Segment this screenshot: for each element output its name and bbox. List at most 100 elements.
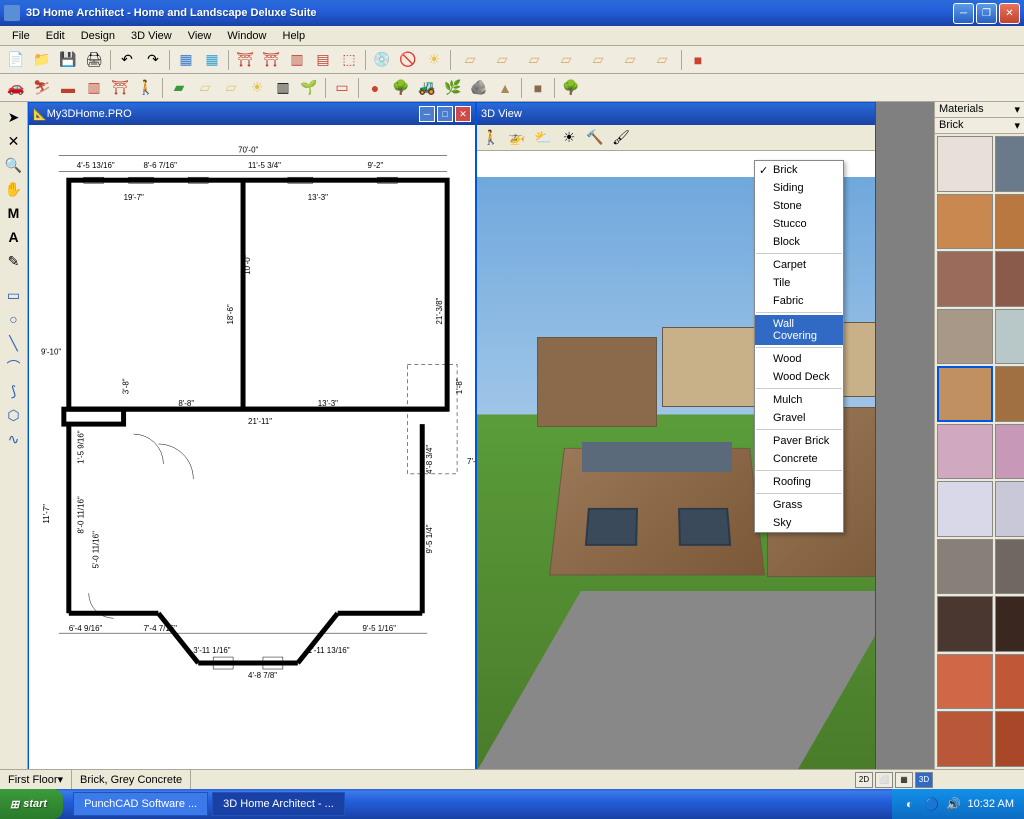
material-swatch[interactable]	[995, 596, 1024, 652]
disc-icon[interactable]: 💿	[370, 48, 394, 72]
ctx-item-fabric[interactable]: Fabric	[755, 292, 843, 310]
curve-tool-icon[interactable]: ⟆	[3, 380, 25, 402]
material-swatch[interactable]	[937, 481, 993, 537]
material-swatch[interactable]	[995, 654, 1024, 710]
grid-cyan-icon[interactable]: ▦	[200, 48, 224, 72]
ctx-item-stone[interactable]: Stone	[755, 197, 843, 215]
table-icon[interactable]: ▬	[56, 76, 80, 100]
ctx-item-concrete[interactable]: Concrete	[755, 450, 843, 468]
view-mode-2d[interactable]: 2D	[855, 772, 873, 788]
open-file-icon[interactable]: 📁	[30, 48, 54, 72]
material-swatch[interactable]	[995, 711, 1024, 767]
materials-category-select[interactable]: Brick▾	[935, 118, 1024, 134]
ctx-item-grass[interactable]: Grass	[755, 496, 843, 514]
menu-3d-view[interactable]: 3D View	[123, 28, 180, 44]
roof-shape1-icon[interactable]: ▱	[455, 50, 485, 70]
structure-icon[interactable]: ⬚	[337, 48, 361, 72]
pan-tool-icon[interactable]: ✋	[3, 178, 25, 200]
shape-red-icon[interactable]: ●	[363, 76, 387, 100]
sun2-icon[interactable]: ☀	[245, 76, 269, 100]
tray-icon[interactable]: ◐	[902, 796, 918, 812]
floorplan-titlebar[interactable]: 📐 My3DHome.PRO ─ □ ✕	[29, 103, 475, 125]
red-border-icon[interactable]: ▭	[330, 76, 354, 100]
ctx-item-gravel[interactable]: Gravel	[755, 409, 843, 427]
weather-icon[interactable]: ⛅	[531, 126, 555, 150]
start-button[interactable]: ⊞start	[0, 789, 63, 819]
ctx-item-wood-deck[interactable]: Wood Deck	[755, 368, 843, 386]
material-swatch[interactable]	[995, 539, 1024, 595]
spline-tool-icon[interactable]: ∿	[3, 428, 25, 450]
floorplan-max-button[interactable]: □	[437, 106, 453, 122]
material-swatch[interactable]	[937, 366, 993, 422]
tree2-icon[interactable]: 🌳	[559, 76, 583, 100]
terrain2-icon[interactable]: ▱	[193, 76, 217, 100]
new-file-icon[interactable]: 📄	[4, 48, 28, 72]
taskbar-item[interactable]: 3D Home Architect - ...	[212, 792, 345, 816]
material-swatch[interactable]	[995, 481, 1024, 537]
polygon-tool-icon[interactable]: ⬡	[3, 404, 25, 426]
line-tool-icon[interactable]: ╲	[3, 332, 25, 354]
material-swatch[interactable]	[937, 309, 993, 365]
materials-header[interactable]: Materials▾	[935, 102, 1024, 118]
ctx-item-roofing[interactable]: Roofing	[755, 473, 843, 491]
prohibit-icon[interactable]: 🚫	[396, 48, 420, 72]
view-mode-shaded[interactable]: ▦	[895, 772, 913, 788]
roof-shape3-icon[interactable]: ▱	[519, 50, 549, 70]
measure-tool-icon[interactable]: M	[3, 202, 25, 224]
3d-view-titlebar[interactable]: 3D View	[477, 103, 875, 125]
save-icon[interactable]: 💾	[56, 48, 80, 72]
floorplan-canvas[interactable]: 70'-0" 4'-5 13/16" 8'-6 7/16" 11'-5 3/4"…	[29, 125, 475, 771]
print-icon[interactable]: 🖨	[82, 48, 106, 72]
grid-blue-icon[interactable]: ▦	[174, 48, 198, 72]
vehicle-icon[interactable]: 🚜	[415, 76, 439, 100]
menu-help[interactable]: Help	[275, 28, 314, 44]
bush-icon[interactable]: 🌿	[441, 76, 465, 100]
ctx-item-sky[interactable]: Sky	[755, 514, 843, 532]
fence-icon[interactable]: ▥	[285, 48, 309, 72]
tray-icon[interactable]: 🔵	[924, 796, 940, 812]
car-icon[interactable]: 🚗	[4, 76, 28, 100]
floorplan-min-button[interactable]: ─	[419, 106, 435, 122]
system-tray[interactable]: ◐ 🔵 🔊 10:32 AM	[892, 789, 1024, 819]
bridge-red-icon[interactable]: ⛩	[233, 48, 257, 72]
person-icon[interactable]: 🚶	[134, 76, 158, 100]
ctx-item-mulch[interactable]: Mulch	[755, 391, 843, 409]
material-swatch[interactable]	[937, 654, 993, 710]
terrain-green-icon[interactable]: ▰	[167, 76, 191, 100]
tray-volume-icon[interactable]: 🔊	[946, 796, 962, 812]
ctx-item-tile[interactable]: Tile	[755, 274, 843, 292]
material-swatch[interactable]	[937, 194, 993, 250]
close-button[interactable]: ✕	[999, 3, 1020, 24]
ctx-item-wall-covering[interactable]: Wall Covering	[755, 315, 843, 345]
ctx-item-wood[interactable]: Wood	[755, 350, 843, 368]
ctx-item-siding[interactable]: Siding	[755, 179, 843, 197]
brush-icon[interactable]: 🖌	[609, 126, 633, 150]
ctx-item-stucco[interactable]: Stucco	[755, 215, 843, 233]
ctx-item-paver-brick[interactable]: Paver Brick	[755, 432, 843, 450]
menu-edit[interactable]: Edit	[38, 28, 73, 44]
roof-shape5-icon[interactable]: ▱	[583, 50, 613, 70]
minimize-button[interactable]: ─	[953, 3, 974, 24]
bench-icon[interactable]: ⛷	[30, 76, 54, 100]
roof-shape7-icon[interactable]: ▱	[647, 50, 677, 70]
tray-clock[interactable]: 10:32 AM	[968, 798, 1014, 810]
text-tool-icon[interactable]: A	[3, 226, 25, 248]
terrain3-icon[interactable]: ▱	[219, 76, 243, 100]
gate-icon[interactable]: ▤	[311, 48, 335, 72]
pointer-tool-icon[interactable]: ➤	[3, 106, 25, 128]
maximize-button[interactable]: ❐	[976, 3, 997, 24]
pot-icon[interactable]: ▲	[493, 76, 517, 100]
ctx-item-brick[interactable]: Brick	[755, 161, 843, 179]
view-mode-3d[interactable]: 3D	[915, 772, 933, 788]
pencil-tool-icon[interactable]: ✎	[3, 250, 25, 272]
redo-icon[interactable]: ↷	[141, 48, 165, 72]
rock-icon[interactable]: 🪨	[467, 76, 491, 100]
floorplan-close-button[interactable]: ✕	[455, 106, 471, 122]
roof-shape4-icon[interactable]: ▱	[551, 50, 581, 70]
circle-tool-icon[interactable]: ○	[3, 308, 25, 330]
menu-view[interactable]: View	[180, 28, 220, 44]
material-swatch[interactable]	[937, 596, 993, 652]
material-swatch[interactable]	[995, 194, 1024, 250]
material-swatch[interactable]	[995, 251, 1024, 307]
roof-shape6-icon[interactable]: ▱	[615, 50, 645, 70]
